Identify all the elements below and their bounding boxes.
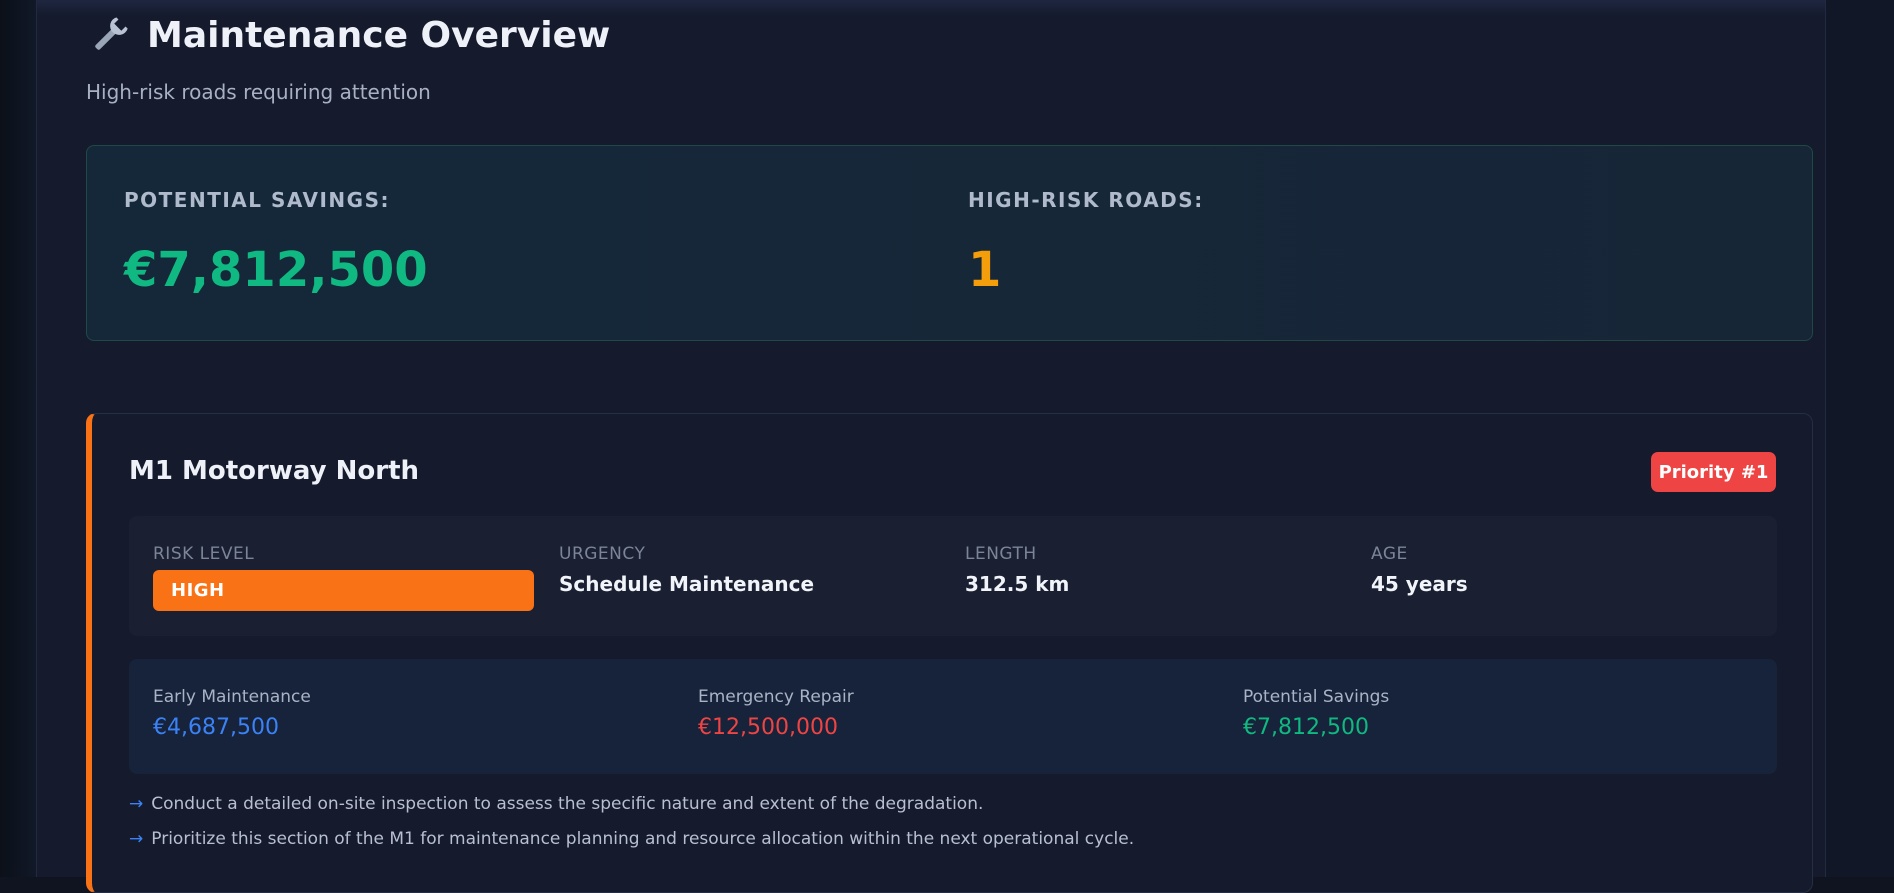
road-card[interactable]: M1 Motorway North Priority #1 RISK LEVEL… <box>86 413 1813 893</box>
emergency-repair-value: €12,500,000 <box>698 715 838 740</box>
age-value: 45 years <box>1371 572 1468 596</box>
length-label: LENGTH <box>965 544 1037 564</box>
cost-early-maintenance: Early Maintenance €4,687,500 <box>153 687 311 740</box>
summary-card: POTENTIAL SAVINGS: €7,812,500 HIGH-RISK … <box>86 145 1813 341</box>
stat-urgency: URGENCY Schedule Maintenance <box>559 544 814 596</box>
recommendation-item: → Prioritize this section of the M1 for … <box>129 821 1134 856</box>
recommendation-item: → Conduct a detailed on-site inspection … <box>129 786 1134 821</box>
arrow-right-icon: → <box>129 828 144 849</box>
recommendations-list: → Conduct a detailed on-site inspection … <box>129 786 1134 856</box>
page-subtitle: High-risk roads requiring attention <box>86 80 431 104</box>
priority-badge: Priority #1 <box>1651 452 1776 492</box>
length-value: 312.5 km <box>965 572 1070 596</box>
urgency-value: Schedule Maintenance <box>559 572 815 596</box>
stat-risk-level: RISK LEVEL HIGH <box>153 544 534 611</box>
potential-savings-cost-label: Potential Savings <box>1243 687 1390 707</box>
page-title-text: Maintenance Overview <box>147 14 611 56</box>
early-maintenance-value: €4,687,500 <box>153 715 279 740</box>
high-risk-roads-label: HIGH-RISK ROADS: <box>968 188 1204 212</box>
potential-savings-label: POTENTIAL SAVINGS: <box>124 188 390 212</box>
background-right <box>1824 0 1894 877</box>
urgency-label: URGENCY <box>559 544 646 564</box>
age-label: AGE <box>1371 544 1408 564</box>
cost-emergency-repair: Emergency Repair €12,500,000 <box>698 687 854 740</box>
stat-length: LENGTH 312.5 km <box>965 544 1069 596</box>
risk-level-badge: HIGH <box>153 570 534 611</box>
road-stats: RISK LEVEL HIGH URGENCY Schedule Mainten… <box>129 516 1777 636</box>
early-maintenance-label: Early Maintenance <box>153 687 311 707</box>
recommendation-text: Prioritize this section of the M1 for ma… <box>151 828 1135 849</box>
wrench-icon <box>95 17 128 50</box>
cost-potential-savings: Potential Savings €7,812,500 <box>1243 687 1389 740</box>
high-risk-roads-value: 1 <box>968 242 1002 298</box>
cost-comparison: Early Maintenance €4,687,500 Emergency R… <box>129 659 1777 774</box>
emergency-repair-label: Emergency Repair <box>698 687 854 707</box>
risk-level-label: RISK LEVEL <box>153 544 255 564</box>
recommendation-text: Conduct a detailed on-site inspection to… <box>151 793 984 814</box>
page-title: Maintenance Overview <box>89 14 610 56</box>
background-left <box>0 0 36 877</box>
road-title: M1 Motorway North <box>129 456 420 486</box>
arrow-right-icon: → <box>129 793 144 814</box>
stat-age: AGE 45 years <box>1371 544 1468 596</box>
potential-savings-cost-value: €7,812,500 <box>1243 715 1369 740</box>
maintenance-panel: Maintenance Overview High-risk roads req… <box>36 0 1826 893</box>
potential-savings-value: €7,812,500 <box>124 242 428 298</box>
